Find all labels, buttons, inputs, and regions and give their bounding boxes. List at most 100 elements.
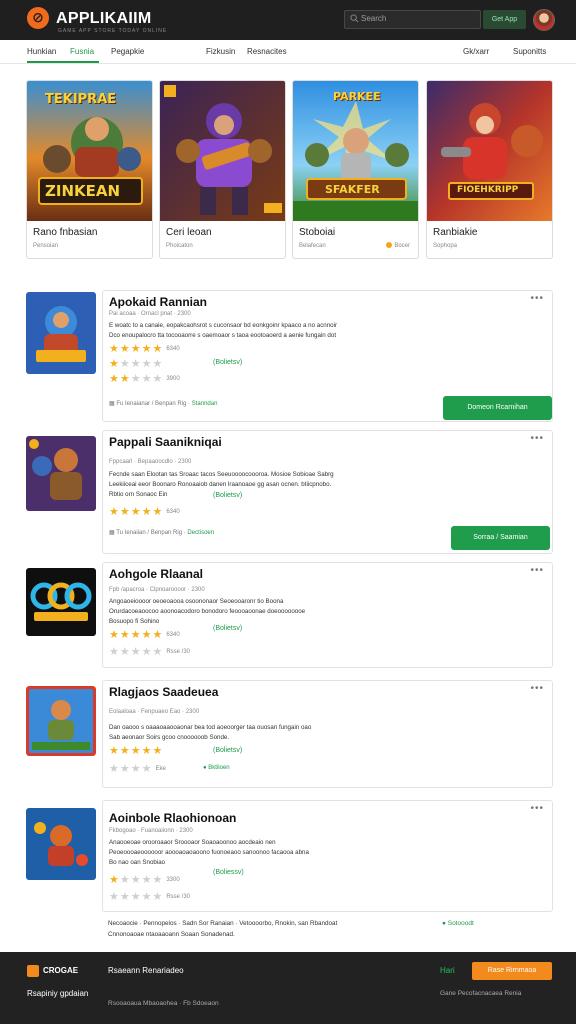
featured-art-title-2: PARKEE (333, 90, 381, 103)
more-options-icon[interactable]: ••• (530, 803, 544, 814)
app-desc-4-1: Peoeoooaeoooooor aoooaoaoaoono fuonoeaoo… (109, 849, 309, 856)
app-desc-1-2: Rbtio orn Sonaoc Ein (109, 491, 168, 498)
rating-stars: ★★★★★ 3300 (109, 874, 180, 886)
more-options-icon[interactable]: ••• (530, 293, 544, 304)
featured-art-1 (160, 81, 285, 221)
avatar[interactable] (533, 9, 555, 31)
featured-art-banner-0: ZINKEAN (45, 182, 121, 200)
app-thumb-0[interactable] (26, 292, 96, 374)
footer-brand[interactable]: CROGAE (43, 966, 78, 975)
footer-subtitle: Rsapiniy gpdaian (27, 989, 89, 998)
featured-card-2[interactable]: PARKEE SFAKFER Stoboiai Belafecan Bocer (292, 80, 419, 259)
featured-card-3[interactable]: FIOEHKRIPP Ranbiakie Sophopa (426, 80, 553, 259)
featured-art-0: TEKIPRAE ZINKEAN (27, 81, 152, 221)
nav-item-2[interactable]: Pegapkie (111, 47, 144, 56)
more-options-icon[interactable]: ••• (530, 683, 544, 694)
featured-card-1[interactable]: Ceri leoan Phoicaton (159, 80, 286, 259)
tagline-link[interactable]: ● Sotooodt (442, 920, 474, 927)
app-meta-2: Fpb /apacroa · Clpnoaroooor · 2300 (109, 587, 205, 593)
featured-sub-1: Phoicaton (166, 243, 193, 249)
featured-sub-0: Pensoian (33, 243, 59, 249)
featured-title-3[interactable]: Ranbiakie (433, 227, 477, 238)
app-desc-3-0: Dan oaooo s oaaaoaaooaonar bea tod aoeoo… (109, 724, 312, 731)
rating-stars: ★★★★★ (109, 745, 164, 757)
app-footer-meta-1: ▦ Tu Ienaiian / Benpan Rig · Dectisoen (109, 530, 215, 536)
app-thumb-2[interactable] (26, 568, 96, 636)
app-card-0: Apokaid Rannian ••• Pai acoaa · Ornacl p… (102, 290, 553, 422)
app-footer-meta-0: ▦ Fu Ienaianar / Benpan Rig · Stanndan (109, 401, 218, 407)
install-button[interactable]: Sorraa / Saamian (451, 526, 550, 550)
app-desc-1-0: Fecnde saan Elootan tas Sroaac tacos See… (109, 471, 334, 478)
app-desc-1-1: Leekiiceai eeor Boonaro Ronoaaiob danen … (109, 481, 332, 488)
search-placeholder: Search (361, 14, 387, 23)
status-pill: (Bolietsv) (213, 359, 243, 366)
status-pill: (Bolietsv) (213, 625, 243, 632)
footer-heading: Rsaeann Renariadeo (108, 966, 184, 975)
app-desc-0-0: E woatc to a canaie, eopakcaohsrot s cuc… (109, 322, 338, 329)
verified-link[interactable]: ● Bktiloen (203, 765, 230, 771)
featured-badge-2: Bocer (386, 242, 410, 249)
rating-stars: ★★★★★ 6340 (109, 506, 180, 518)
featured-card-0[interactable]: TEKIPRAE ZINKEAN Rano fnbasian Pensoian (26, 80, 153, 259)
nav-item-5[interactable]: Gk/xarr (463, 47, 489, 56)
app-desc-0-1: Dco enoupalocro tta tocooaorre s oaemoao… (109, 332, 337, 339)
tagline-line-2: Cnnonoaoae ntaoaaoann Soaan Sonadenad. (108, 931, 235, 938)
rating-stars-tertiary: ★★★★★ 3900 (109, 373, 180, 385)
install-button[interactable]: Domeon Rcarnihan (443, 396, 552, 420)
app-desc-2-1: Orurdacoeaoocoo aoonoacodoro bonodoro fe… (109, 608, 306, 615)
app-title-1[interactable]: Pappali Saanikniqai (109, 435, 222, 449)
rating-stars-secondary: ★★★★★ Rsse /30 (109, 646, 190, 658)
nav-item-0[interactable]: Hunkian (27, 47, 56, 56)
footer-logo-icon (27, 965, 39, 977)
app-meta-4: Fkbogoao · Fuanoaiionn · 2300 (109, 828, 193, 834)
featured-art-banner-3: FIOEHKRIPP (457, 185, 519, 195)
featured-art-2: PARKEE SFAKFER (293, 81, 418, 221)
app-card-2: Aohgole Rlaanal ••• Fpb /apacroa · Clpno… (102, 562, 553, 668)
coin-icon (386, 242, 393, 248)
app-title-3[interactable]: Rlagjaos Saadeuea (109, 685, 218, 699)
featured-sub-2: Belafecan (299, 243, 326, 249)
footer-links[interactable]: Rsooaoaua Mbaoaohea · Fb Sdoeaon (108, 1000, 219, 1007)
featured-title-2[interactable]: Stoboiai (299, 227, 335, 238)
app-thumb-3[interactable] (26, 686, 96, 756)
app-title-4[interactable]: Aoinbole Rlaohionoan (109, 811, 236, 825)
nav-item-3[interactable]: Fizkusin (206, 47, 235, 56)
app-title-0[interactable]: Apokaid Rannian (109, 295, 207, 309)
app-desc-2-0: Angoaoeioooor oeoeoaooa osoononaor Seoeo… (109, 598, 284, 605)
app-logo[interactable]: APPLIKAIIM (56, 10, 151, 28)
search-icon (350, 14, 359, 23)
status-pill: (Bolietsv) (213, 747, 243, 754)
app-meta-0: Pai acoaa · Ornacl pnat · 2300 (109, 311, 191, 317)
app-title-2[interactable]: Aohgole Rlaanal (109, 567, 203, 581)
status-pill: (Bolietsv) (213, 492, 243, 499)
app-desc-4-0: Anaooeoae orooroaaor Sroooaor Soaoaoonoo… (109, 839, 276, 846)
logo-icon[interactable]: ⊘ (27, 7, 49, 29)
rating-stars-secondary: ★★★★★ Rsse /30 (109, 891, 190, 903)
app-card-1: Pappali Saanikniqai ••• Fppcaarl · Bepaa… (102, 430, 553, 554)
status-pill: (Boliessv) (213, 869, 244, 876)
featured-title-0[interactable]: Rano fnbasian (33, 227, 98, 238)
rating-stars: ★★★★★ 6340 (109, 343, 180, 355)
more-options-icon[interactable]: ••• (530, 565, 544, 576)
featured-sub-3: Sophopa (433, 243, 458, 249)
app-card-4: Aoinbole Rlaohionoan ••• Fkbogoao · Fuan… (102, 800, 553, 912)
get-app-button[interactable]: Get App (483, 10, 526, 29)
featured-art-banner-2: SFAKFER (325, 183, 380, 196)
nav-item-1[interactable]: Fusnia (70, 47, 94, 56)
app-thumb-1[interactable] (26, 436, 96, 511)
featured-title-1[interactable]: Ceri leoan (166, 227, 212, 238)
main-nav: Hunkian Fusnia Pegapkie Fizkusin Resnaci… (0, 40, 576, 64)
footer-link[interactable]: Hari (440, 966, 455, 975)
logo-tagline: GAME APP STORE TODAY ONLINE (58, 28, 168, 34)
search-input[interactable]: Search (344, 10, 481, 29)
top-bar: ⊘ APPLIKAIIM GAME APP STORE TODAY ONLINE… (0, 0, 576, 40)
nav-item-4[interactable]: Resnacites (247, 47, 287, 56)
app-card-3: Rlagjaos Saadeuea ••• Eolaaloaa · Fenpua… (102, 680, 553, 788)
more-options-icon[interactable]: ••• (530, 433, 544, 444)
footer-cta-button[interactable]: Rase Rirnmaoa (472, 962, 552, 980)
app-thumb-4[interactable] (26, 808, 96, 880)
footer: CROGAE Rsaeann Renariadeo Hari Rase Rirn… (0, 952, 576, 1024)
nav-item-6[interactable]: Suponitts (513, 47, 546, 56)
footer-note: Gane Pecofacnacaea Renia (440, 990, 522, 997)
rating-stars: ★★★★★ 6340 (109, 629, 180, 641)
